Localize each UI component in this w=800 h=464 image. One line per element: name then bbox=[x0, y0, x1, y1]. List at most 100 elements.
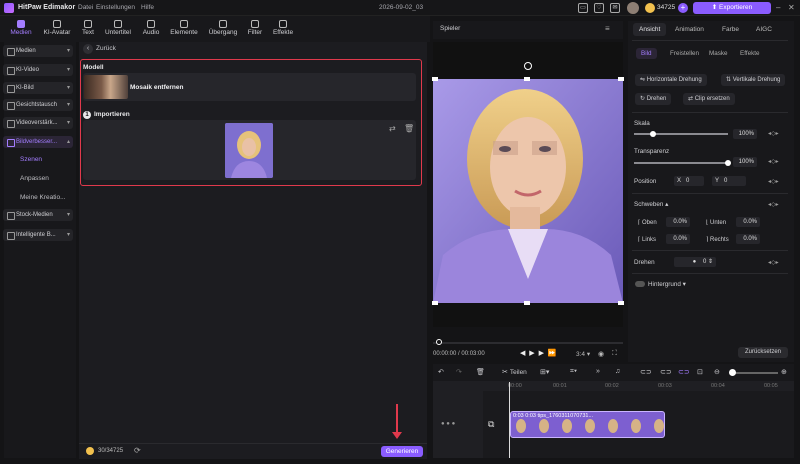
keyframe-icon[interactable]: ◂◇▸ bbox=[768, 201, 779, 208]
timeline-ruler[interactable] bbox=[483, 381, 794, 391]
zoom-slider-knob[interactable] bbox=[729, 369, 736, 376]
fit-icon[interactable]: ⊡ bbox=[697, 368, 703, 376]
sidebar-item-intelligente[interactable]: Intelligente B... ▾ bbox=[3, 229, 73, 241]
keyframe-icon[interactable]: ◂◇▸ bbox=[768, 158, 779, 165]
edge-right-value[interactable]: 0.0% bbox=[736, 234, 760, 244]
tab-ki-avatar[interactable]: KI-Avatar bbox=[40, 16, 74, 42]
sidebar-item-bildverbesserer[interactable]: Bildverbesser... ▴ bbox=[3, 136, 73, 148]
track-controls[interactable]: ● ● ● bbox=[441, 421, 455, 427]
menu-icon[interactable]: ≡ bbox=[605, 24, 610, 33]
zoom-in-icon[interactable]: ⊕ bbox=[781, 368, 787, 376]
sidebar-item-medien[interactable]: Medien ▾ bbox=[3, 45, 73, 57]
tab-untertitel[interactable]: Untertitel bbox=[102, 16, 134, 42]
detach-icon[interactable]: ⊂⊃ bbox=[660, 368, 672, 376]
tab-audio[interactable]: Audio bbox=[140, 16, 162, 42]
tab-elemente[interactable]: Elemente bbox=[168, 16, 200, 42]
opacity-slider[interactable] bbox=[634, 162, 728, 164]
scale-slider-knob[interactable] bbox=[649, 131, 656, 137]
sidebar-item-videoverstaerker[interactable]: Videoverstärk... ▾ bbox=[3, 117, 73, 129]
playhead[interactable] bbox=[509, 382, 510, 458]
tab-animation[interactable]: Animation bbox=[675, 26, 704, 33]
subitem-anpassen[interactable]: Anpassen bbox=[20, 175, 49, 182]
menu-einstellungen[interactable]: Einstellungen bbox=[96, 4, 135, 11]
subtab-effekte[interactable]: Effekte bbox=[740, 50, 760, 57]
snapshot-icon[interactable]: ◉ bbox=[598, 350, 604, 358]
redo-icon[interactable]: ↷ bbox=[456, 368, 462, 376]
feedback-icon[interactable]: ♡ bbox=[594, 3, 604, 13]
menu-datei[interactable]: Datei bbox=[78, 4, 93, 11]
tab-ansicht[interactable]: Ansicht bbox=[633, 23, 667, 36]
edge-bottom-value[interactable]: 0.0% bbox=[736, 217, 760, 227]
background-label[interactable]: Hintergrund ▾ bbox=[648, 281, 686, 288]
generate-button[interactable]: Generieren bbox=[381, 446, 423, 457]
zoom-out-icon[interactable]: ⊖ bbox=[714, 368, 720, 376]
playback-scrubber[interactable] bbox=[433, 342, 623, 344]
subitem-meine-kreationen[interactable]: Meine Kreatio... bbox=[20, 194, 66, 201]
tab-uebergang[interactable]: Übergang bbox=[206, 16, 240, 42]
export-button[interactable]: ⬆ Exportieren bbox=[693, 2, 771, 14]
position-y-field[interactable]: Y 0 bbox=[712, 176, 746, 186]
edge-left-value[interactable]: 0.0% bbox=[666, 234, 690, 244]
subtab-maske[interactable]: Maske bbox=[709, 50, 728, 57]
add-media-icon[interactable]: ⧉ bbox=[488, 419, 494, 430]
subtab-freistellen[interactable]: Freistellen bbox=[670, 50, 699, 57]
resize-handle[interactable] bbox=[432, 77, 438, 81]
zoom-slider[interactable] bbox=[733, 372, 778, 374]
screen-icon[interactable]: ▭ bbox=[578, 3, 588, 13]
tab-farbe[interactable]: Farbe bbox=[722, 26, 739, 33]
magnet-icon[interactable]: ⊂⊃ bbox=[678, 368, 690, 376]
edge-top-value[interactable]: 0.0% bbox=[666, 217, 690, 227]
resize-handle[interactable] bbox=[432, 301, 438, 305]
resize-handle[interactable] bbox=[618, 77, 624, 81]
delete-icon[interactable]: 🗑 bbox=[476, 368, 485, 376]
tab-effekte[interactable]: Effekte bbox=[270, 16, 296, 42]
tab-medien[interactable]: Medien bbox=[6, 16, 36, 42]
audio-icon[interactable]: ♫ bbox=[615, 368, 620, 375]
trash-icon[interactable]: 🗑 bbox=[404, 124, 414, 133]
prev-frame-icon[interactable]: ◀ bbox=[520, 350, 525, 357]
flip-horizontal-button[interactable]: ⇋ Horizontale Drehung bbox=[635, 74, 707, 86]
flip-vertical-button[interactable]: ⇅ Vertikale Drehung bbox=[721, 74, 786, 86]
resize-handle[interactable] bbox=[524, 77, 530, 81]
keyframe-icon[interactable]: ◂◇▸ bbox=[768, 130, 779, 137]
aspect-ratio-select[interactable]: 3:4 ▾ bbox=[576, 350, 590, 358]
next-frame-icon[interactable]: ▶ bbox=[539, 350, 544, 357]
keyframe-icon[interactable]: ◂◇▸ bbox=[768, 178, 779, 185]
minimize-icon[interactable]: – bbox=[776, 3, 780, 12]
speed-icon[interactable]: » bbox=[596, 368, 600, 375]
sidebar-item-ki-video[interactable]: KI-Video ▾ bbox=[3, 64, 73, 76]
video-preview[interactable] bbox=[433, 79, 623, 303]
split-button[interactable]: ✂ Teilen bbox=[502, 368, 527, 376]
opacity-value[interactable]: 100% bbox=[733, 157, 757, 167]
replace-icon[interactable]: ⇄ bbox=[389, 124, 396, 133]
rotate-handle-icon[interactable] bbox=[524, 62, 532, 70]
add-credits-button[interactable]: + bbox=[678, 3, 688, 13]
mail-icon[interactable]: ✉ bbox=[610, 3, 620, 13]
menu-hilfe[interactable]: Hilfe bbox=[141, 4, 154, 11]
back-link[interactable]: Zurück bbox=[96, 45, 116, 52]
subtab-bild[interactable]: Bild bbox=[636, 48, 657, 59]
refresh-icon[interactable]: ⟳ bbox=[134, 446, 141, 455]
undo-icon[interactable]: ↶ bbox=[438, 368, 444, 376]
rotate-value-field[interactable]: ● 0 ⇕ bbox=[674, 257, 716, 267]
replace-clip-button[interactable]: ⇄ Clip ersetzen bbox=[683, 93, 735, 105]
fullscreen-icon[interactable]: ⛶ bbox=[612, 350, 617, 358]
scale-value[interactable]: 100% bbox=[733, 129, 757, 139]
scrubber-knob[interactable] bbox=[436, 339, 442, 345]
resize-handle[interactable] bbox=[618, 301, 624, 305]
sidebar-item-stock-medien[interactable]: Stock-Medien ▾ bbox=[3, 209, 73, 221]
background-toggle[interactable] bbox=[635, 281, 645, 287]
tab-filter[interactable]: Filter bbox=[245, 16, 265, 42]
tab-aigc[interactable]: AIGC bbox=[756, 26, 772, 33]
position-x-field[interactable]: X 0 bbox=[674, 176, 704, 186]
resize-handle[interactable] bbox=[524, 301, 530, 305]
scale-slider[interactable] bbox=[634, 133, 728, 135]
tab-text[interactable]: Text bbox=[78, 16, 98, 42]
reset-button[interactable]: Zurücksetzen bbox=[738, 347, 788, 358]
close-icon[interactable]: ✕ bbox=[788, 3, 795, 12]
blend-label[interactable]: Schweben ▴ bbox=[634, 201, 668, 208]
sidebar-item-ki-bild[interactable]: KI-Bild ▾ bbox=[3, 82, 73, 94]
opacity-slider-knob[interactable] bbox=[725, 160, 731, 166]
link-icon[interactable]: ⊂⊃ bbox=[640, 368, 652, 376]
fast-forward-icon[interactable]: ⏩ bbox=[548, 350, 557, 357]
